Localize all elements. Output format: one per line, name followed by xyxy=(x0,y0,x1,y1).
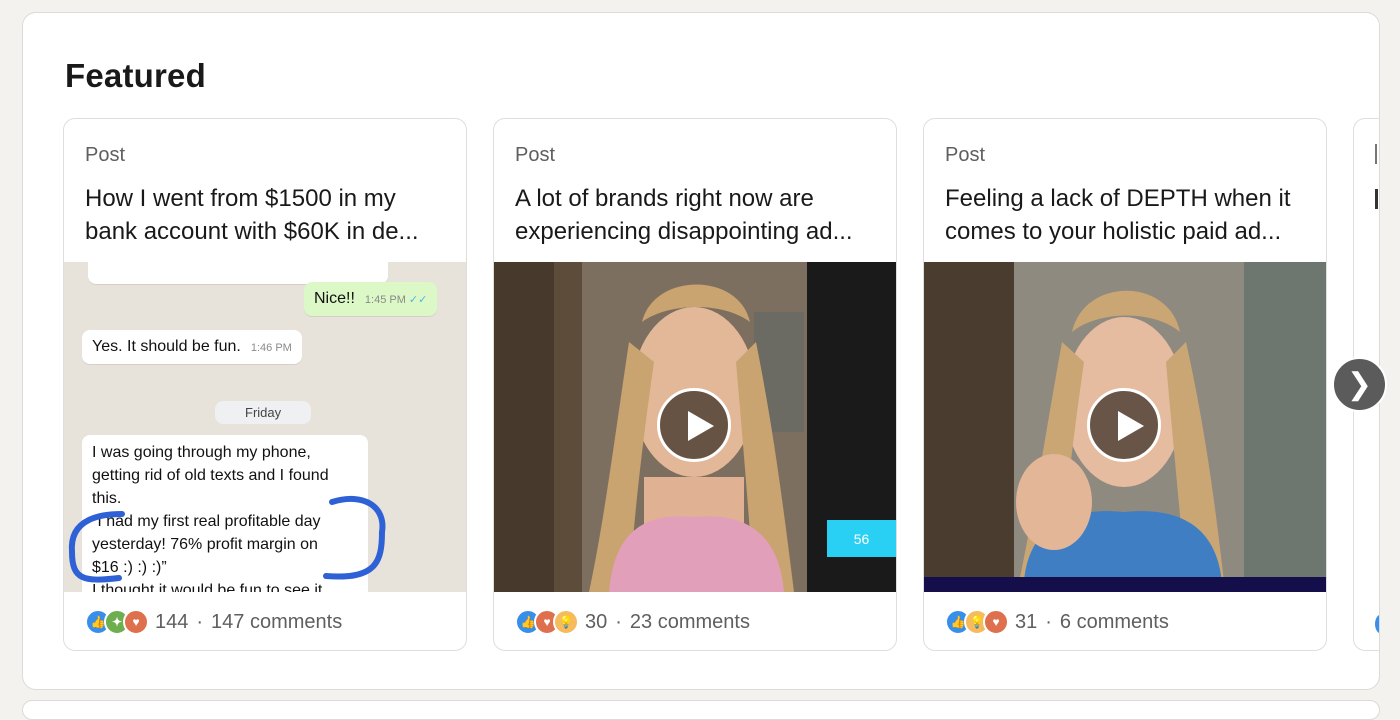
love-icon: ♥ xyxy=(983,609,1009,635)
next-section-edge xyxy=(22,700,1380,720)
comments-count[interactable]: 23 comments xyxy=(630,611,750,634)
truncated-text xyxy=(1375,189,1379,209)
chat-screenshot: Nice!! 1:45 PM ✓✓ Yes. It should be fun. 1:… xyxy=(64,262,466,592)
headline-line: experiencing disappointing ad... xyxy=(515,218,853,245)
separator-dot: · xyxy=(615,610,622,633)
headline-line: A lot of brands right now are xyxy=(515,185,814,212)
card-headline[interactable]: Feeling a lack of DEPTH when it comes to… xyxy=(945,182,1315,248)
reactions-count[interactable]: 30 xyxy=(585,611,607,634)
reaction-icons: 👍 ♥ 💡 xyxy=(515,609,579,635)
separator-dot: · xyxy=(1045,610,1052,633)
section-title: Featured xyxy=(65,57,206,94)
comments-count[interactable]: 147 comments xyxy=(211,611,342,634)
card-headline[interactable]: How I went from $1500 in my bank account… xyxy=(85,182,455,248)
comments-count[interactable]: 6 comments xyxy=(1060,611,1169,634)
featured-card-1[interactable]: Post How I went from $1500 in my bank ac… xyxy=(63,118,467,651)
love-icon: ♥ xyxy=(123,609,149,635)
play-icon[interactable] xyxy=(657,388,731,462)
social-counts[interactable]: 👍 💡 ♥ 31 · 6 comments xyxy=(945,607,1169,637)
like-icon xyxy=(1375,614,1379,634)
featured-card-2[interactable]: Post A lot of brands right now are exper… xyxy=(493,118,897,651)
social-counts[interactable]: 👍 ✦ ♥ 144 · 147 comments xyxy=(85,607,342,637)
video-thumbnail[interactable]: 56 xyxy=(494,262,896,592)
play-icon[interactable] xyxy=(1087,388,1161,462)
headline-line: Feeling a lack of DEPTH when it xyxy=(945,185,1291,212)
card-type-label: Post xyxy=(85,144,126,166)
headline-line: comes to your holistic paid ad... xyxy=(945,218,1282,245)
counter-badge: 56 xyxy=(827,520,896,557)
separator-dot: · xyxy=(196,610,204,633)
truncated-text xyxy=(1375,144,1379,164)
next-arrow-button[interactable]: ❯ xyxy=(1332,357,1387,412)
insightful-icon: 💡 xyxy=(553,609,579,635)
reaction-icons: 👍 💡 ♥ xyxy=(945,609,1009,635)
card-type-label: Post xyxy=(945,144,986,166)
headline-line: bank account with $60K in de... xyxy=(85,218,419,245)
handwritten-circle-annotation xyxy=(68,495,386,583)
social-counts[interactable]: 👍 ♥ 💡 30 · 23 comments xyxy=(515,607,750,637)
featured-card-3[interactable]: Post Feeling a lack of DEPTH when it com… xyxy=(923,118,1327,651)
reaction-icons: 👍 ✦ ♥ xyxy=(85,609,149,635)
card-type-label: Post xyxy=(515,144,556,166)
card-headline[interactable]: A lot of brands right now are experienci… xyxy=(515,182,885,248)
headline-line: How I went from $1500 in my xyxy=(85,185,396,212)
card-image[interactable]: Nice!! 1:45 PM ✓✓ Yes. It should be fun. 1:… xyxy=(64,262,466,592)
video-thumbnail[interactable] xyxy=(924,262,1326,592)
reactions-count[interactable]: 144 xyxy=(155,611,188,634)
featured-section: Featured Post How I went from $1500 in m… xyxy=(22,12,1380,690)
reactions-count[interactable]: 31 xyxy=(1015,611,1037,634)
